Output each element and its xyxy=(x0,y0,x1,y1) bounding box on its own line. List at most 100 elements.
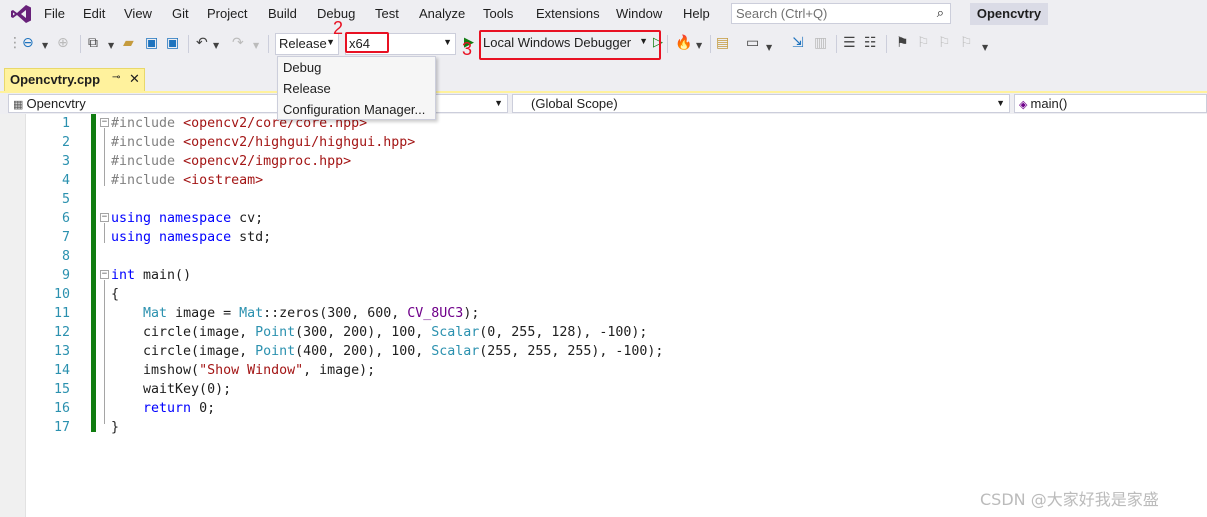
scope-navigation-combo[interactable]: (Global Scope) ▼ xyxy=(512,94,1010,113)
nav-member-label: main() xyxy=(1030,96,1068,111)
open-folder-icon[interactable]: ▰ xyxy=(123,35,134,51)
visual-studio-logo-icon[interactable] xyxy=(10,4,32,24)
code-line[interactable]: 7 using namespace std; xyxy=(0,228,1207,247)
chevron-down-icon[interactable]: ▼ xyxy=(253,38,259,54)
search-input[interactable]: Search (Ctrl+Q) ⌕ xyxy=(731,3,951,24)
chevron-down-icon[interactable]: ▼ xyxy=(766,40,772,56)
menu-extensions[interactable]: Extensions xyxy=(536,6,600,21)
chevron-down-icon: ▼ xyxy=(443,37,452,47)
code-line[interactable]: 15 waitKey(0); xyxy=(0,380,1207,399)
document-tab-strip: Opencvtry.cpp ⊸ ✕ xyxy=(0,60,1207,91)
previous-bookmark-icon[interactable]: ⚐ xyxy=(917,35,930,51)
code-editor[interactable]: − − − 1 #include <opencv2/core/core.hpp> … xyxy=(0,114,1207,517)
bookmark-icon[interactable]: ⚑ xyxy=(896,35,909,51)
find-in-files-icon[interactable]: ▤ xyxy=(716,35,729,51)
line-number: 11 xyxy=(53,306,70,321)
code-line[interactable]: 16 return 0; xyxy=(0,399,1207,418)
line-number: 5 xyxy=(61,192,70,207)
code-line[interactable]: 10 { xyxy=(0,285,1207,304)
code-line[interactable]: 3 #include <opencv2/imgproc.hpp> xyxy=(0,152,1207,171)
code-text: using namespace std; xyxy=(111,230,272,245)
line-number: 12 xyxy=(53,325,70,340)
menu-help[interactable]: Help xyxy=(683,6,710,21)
undo-icon[interactable]: ↶ xyxy=(196,35,208,51)
comment-icon[interactable]: ☰ xyxy=(843,35,856,51)
menu-tools[interactable]: Tools xyxy=(483,6,513,21)
highlight-debugger-box xyxy=(479,30,661,60)
line-number: 15 xyxy=(53,382,70,397)
navigate-forward-icon[interactable]: ⊕ xyxy=(57,35,69,51)
close-icon[interactable]: ✕ xyxy=(129,71,140,87)
menu-project[interactable]: Project xyxy=(207,6,247,21)
code-text: waitKey(0); xyxy=(111,382,232,397)
uncomment-icon[interactable]: ☷ xyxy=(864,35,877,51)
code-line[interactable]: 13 circle(image, Point(400, 200), 100, S… xyxy=(0,342,1207,361)
member-navigation-combo[interactable]: ◈ main() xyxy=(1014,94,1207,113)
redo-icon[interactable]: ↷ xyxy=(232,35,244,51)
code-text: Mat image = Mat::zeros(300, 600, CV_8UC3… xyxy=(143,306,480,321)
watermark: CSDN @大家好我是家盛 xyxy=(980,490,1159,509)
nav-project-label: Opencvtry xyxy=(26,96,86,111)
toolbar-grip-icon: ⋮ xyxy=(8,35,22,51)
code-line[interactable]: 17} xyxy=(0,418,1207,437)
menu-git[interactable]: Git xyxy=(172,6,189,21)
solution-explorer-icon[interactable]: ▭ xyxy=(746,35,759,51)
line-number: 1 xyxy=(61,116,70,131)
code-line[interactable]: 5 xyxy=(0,190,1207,209)
toolbar-separator xyxy=(710,35,711,53)
code-line[interactable]: 4 #include <iostream> xyxy=(0,171,1207,190)
code-text: return 0; xyxy=(143,401,216,416)
toolbar-separator xyxy=(667,35,668,53)
chevron-down-icon[interactable]: ▼ xyxy=(108,38,114,54)
code-line[interactable]: 9 int main() xyxy=(0,266,1207,285)
code-text: circle(image, Point(300, 200), 100, Scal… xyxy=(111,325,648,340)
chevron-down-icon[interactable]: ▼ xyxy=(42,38,48,54)
navigate-back-icon[interactable]: ⊖ xyxy=(22,35,34,51)
step-icon[interactable]: ⇲ xyxy=(792,35,804,51)
annotation-step-2: 2 xyxy=(333,18,344,38)
toolbar-separator xyxy=(80,35,81,53)
chevron-down-icon[interactable]: ▼ xyxy=(213,38,219,54)
code-line[interactable]: 6 using namespace cv; xyxy=(0,209,1207,228)
line-number: 16 xyxy=(53,401,70,416)
line-number: 13 xyxy=(53,344,70,359)
line-number: 14 xyxy=(53,363,70,378)
dropdown-item-release[interactable]: Release xyxy=(283,79,331,99)
save-all-icon[interactable]: ▣ xyxy=(166,35,179,51)
clear-bookmarks-icon[interactable]: ⚐ xyxy=(960,35,973,51)
menu-analyze[interactable]: Analyze xyxy=(419,6,465,21)
code-line[interactable]: 12 circle(image, Point(300, 200), 100, S… xyxy=(0,323,1207,342)
menu-edit[interactable]: Edit xyxy=(83,6,105,21)
project-name-badge[interactable]: Opencvtry xyxy=(970,3,1048,25)
line-number: 6 xyxy=(61,211,70,226)
hot-reload-icon[interactable]: 🔥 xyxy=(675,35,692,51)
chevron-down-icon[interactable]: ▼ xyxy=(982,40,988,56)
next-bookmark-icon[interactable]: ⚐ xyxy=(938,35,951,51)
code-line[interactable]: 1 #include <opencv2/core/core.hpp> xyxy=(0,114,1207,133)
tab-opencvtry-cpp[interactable]: Opencvtry.cpp ⊸ ✕ xyxy=(4,68,145,91)
code-line[interactable]: 8 xyxy=(0,247,1207,266)
menu-test[interactable]: Test xyxy=(375,6,399,21)
configuration-dropdown-menu: Debug Release Configuration Manager... xyxy=(277,56,436,120)
toolbar-separator xyxy=(188,35,189,53)
code-line[interactable]: 11 Mat image = Mat::zeros(300, 600, CV_8… xyxy=(0,304,1207,323)
new-project-icon[interactable]: ⧉ xyxy=(88,35,98,51)
save-icon[interactable]: ▣ xyxy=(145,35,158,51)
code-line[interactable]: 14 imshow("Show Window", image); xyxy=(0,361,1207,380)
menu-window[interactable]: Window xyxy=(616,6,662,21)
menu-bar: File Edit View Git Project Build Debug T… xyxy=(0,0,1207,28)
dropdown-item-debug[interactable]: Debug xyxy=(283,58,321,78)
solution-configuration-combo[interactable]: Release ▼ xyxy=(275,33,339,55)
code-text: #include <opencv2/highgui/highgui.hpp> xyxy=(111,135,416,150)
menu-file[interactable]: File xyxy=(44,6,65,21)
chevron-down-icon[interactable]: ▼ xyxy=(696,38,702,54)
menu-view[interactable]: View xyxy=(124,6,152,21)
layout-icon[interactable]: ▥ xyxy=(814,35,827,51)
pin-icon[interactable]: ⊸ xyxy=(112,72,120,83)
search-placeholder: Search (Ctrl+Q) xyxy=(736,6,828,21)
code-line[interactable]: 2 #include <opencv2/highgui/highgui.hpp> xyxy=(0,133,1207,152)
menu-build[interactable]: Build xyxy=(268,6,297,21)
code-text: } xyxy=(111,420,120,435)
toolbar-separator xyxy=(836,35,837,53)
dropdown-item-configuration-manager[interactable]: Configuration Manager... xyxy=(283,100,425,120)
